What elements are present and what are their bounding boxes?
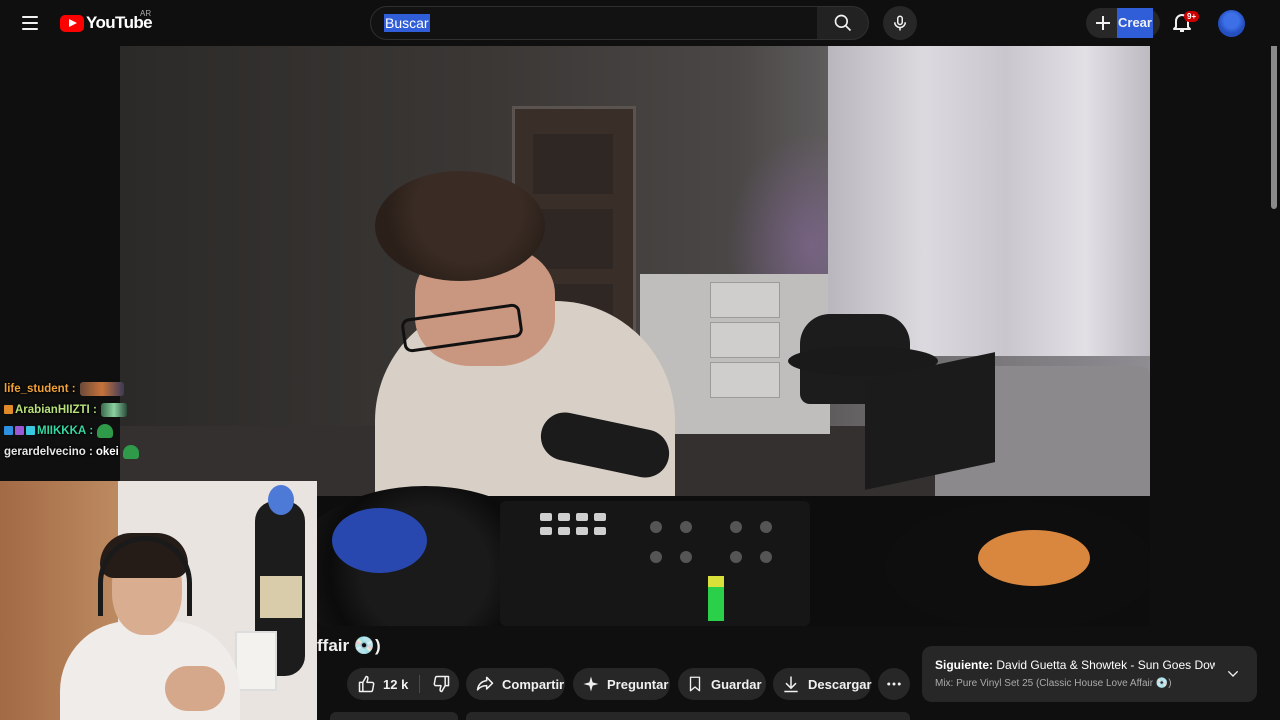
webcam-scene-shelf [235,631,277,691]
up-next-title-line: Siguiente: David Guetta & Showtek - Sun … [935,658,1215,672]
plus-icon [1096,16,1110,30]
chat-username: life_student [4,382,69,395]
ask-button[interactable]: Preguntar [573,668,670,700]
chat-username: MIIKKKA [37,424,87,437]
chat-badge-icon [15,426,24,435]
share-icon [476,676,494,691]
notifications-badge: 9+ [1184,11,1200,22]
webcam-scene-hand [165,666,225,711]
chat-badge-icon [4,405,13,414]
like-button[interactable]: 12 k [347,668,417,700]
chat-badge-icon [4,426,13,435]
chat-overlay: life_student : ArabianHIIZTI : MIIKKKA :… [4,378,139,462]
chat-message: gerardelvecino : okei [4,441,139,462]
like-dislike-group: 12 k [347,668,459,700]
like-count: 12 k [383,676,409,692]
description-partial [466,712,910,720]
country-code: AR [140,9,152,18]
up-next-playlist: Mix: Pure Vinyl Set 25 (Classic House Lo… [935,678,1172,689]
menu-icon[interactable] [14,8,46,38]
more-actions-button[interactable] [878,668,910,700]
chat-emote-icon [100,402,127,417]
share-button[interactable]: Compartir [466,668,565,700]
top-bar: YouTube AR Buscar Crear 9+ [0,0,1280,46]
notifications-button[interactable]: 9+ [1170,10,1200,36]
microphone-icon [894,15,906,31]
download-button[interactable]: Descargar [773,668,872,700]
search-icon [834,14,851,32]
save-button[interactable]: Guardar [678,668,766,700]
webcam-overlay [0,481,317,720]
video-scene-mixer [500,501,810,626]
bookmark-icon [689,676,701,692]
chat-emote-icon [122,444,139,459]
chat-username: ArabianHIIZTI [15,403,90,416]
search-box[interactable]: Buscar [370,6,818,40]
up-next-title: David Guetta & Showtek - Sun Goes Dow... [996,658,1215,672]
video-title: ffair 💿) [317,636,381,655]
chevron-down-icon[interactable] [1225,666,1241,682]
voice-search-button[interactable] [883,6,917,40]
video-scene-vinyl-label-right [978,530,1090,586]
webcam-scene-shorts [260,576,302,618]
chat-username: gerardelvecino [4,445,86,458]
create-button[interactable]: Crear [1086,8,1160,38]
dislike-button[interactable] [423,668,459,700]
channel-row-partial [330,712,458,720]
ask-label: Preguntar [607,676,669,692]
thumbs-down-icon [433,675,450,693]
share-label: Compartir [502,676,565,692]
video-scene-hair [375,171,545,281]
chat-emote-icon [97,423,114,438]
video-scene-vinyl-label-left [332,508,427,573]
thumbs-up-icon [358,675,375,693]
chat-message: life_student : [4,378,139,399]
chat-badge-icon [26,426,35,435]
download-icon [784,676,798,693]
chat-message-text: okei [95,445,119,458]
up-next-card[interactable]: Siguiente: David Guetta & Showtek - Sun … [922,646,1257,702]
search-button[interactable] [817,6,869,40]
create-label: Crear [1117,8,1153,38]
sparkle-icon [583,676,599,692]
chat-message: MIIKKKA : [4,420,139,441]
account-avatar[interactable] [1218,10,1245,37]
chat-message: ArabianHIIZTI : [4,399,139,420]
video-scene-level-meter [708,576,724,621]
webcam-scene-mannequin-head [268,485,294,515]
save-label: Guardar [711,676,762,692]
up-next-prefix: Siguiente: [935,658,994,672]
search-input[interactable]: Buscar [384,14,430,32]
youtube-logo[interactable]: YouTube AR [60,9,153,34]
more-horizontal-icon [887,682,901,686]
chat-emote-icon [79,381,124,396]
like-divider [419,675,420,693]
download-label: Descargar [808,676,872,692]
youtube-play-icon [60,14,84,32]
video-scene-curtain [828,46,1150,356]
